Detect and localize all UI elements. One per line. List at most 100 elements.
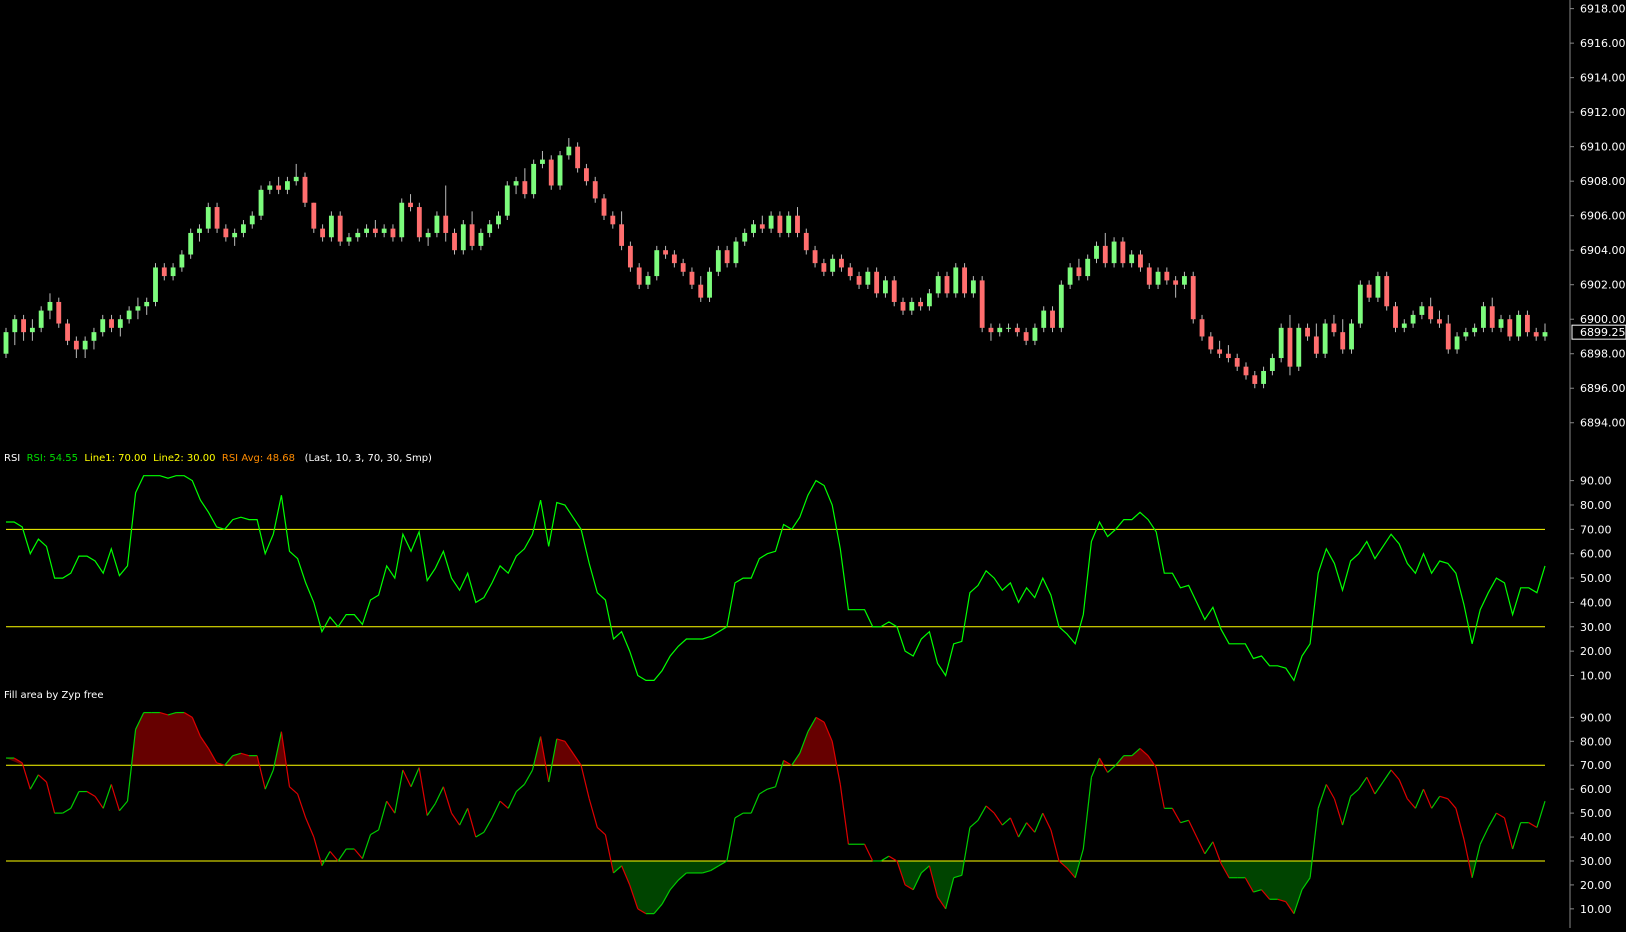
candle-body — [1243, 366, 1249, 376]
candle-body — [267, 185, 273, 190]
candle-body — [1067, 267, 1073, 285]
candle-body — [1507, 319, 1513, 337]
candle-body — [689, 271, 695, 285]
price-tick-label: 6912.00 — [1580, 106, 1626, 119]
candle-body — [38, 310, 44, 328]
candle-body — [73, 340, 79, 350]
fill-line-segment — [734, 812, 744, 819]
fill-line-segment — [1050, 829, 1060, 862]
candle-body — [91, 332, 97, 341]
fill-line-segment — [491, 800, 501, 819]
fill-line-segment — [977, 805, 987, 821]
candle-body — [161, 267, 167, 277]
fill-line-segment — [1406, 798, 1416, 809]
fill-line-segment — [888, 855, 898, 862]
candle-body — [460, 224, 466, 251]
fill-line-segment — [45, 781, 56, 814]
fill-line-segment — [1026, 822, 1036, 833]
chart-root: 6918.00 6916.00 6914.00 6912.00 6910.00 6908.… — [0, 0, 1626, 928]
fill-line-segment — [1431, 796, 1441, 809]
fill-line-segment — [1536, 800, 1546, 828]
oversold-fill — [611, 861, 727, 914]
candle-body — [1261, 370, 1267, 384]
candle-body — [610, 215, 616, 225]
fill-line-segment — [1398, 779, 1408, 799]
fill-line-segment — [523, 769, 534, 785]
candle-body — [962, 267, 967, 294]
candle-body — [197, 228, 202, 233]
fill-line-segment — [1439, 795, 1448, 800]
candle-body — [830, 258, 836, 272]
fill-line-segment — [29, 774, 39, 790]
rsi-tick-label: 10.00 — [1580, 670, 1612, 683]
fill-line-segment — [102, 784, 112, 809]
fill-line-segment — [442, 786, 453, 814]
fill-line-segment — [94, 796, 104, 809]
candle-body — [12, 319, 18, 333]
candle-body — [214, 207, 220, 229]
fill-tick-label: 70.00 — [1580, 759, 1612, 772]
candle-body — [715, 250, 721, 272]
fill-line-segment — [767, 786, 776, 790]
candle-body — [1217, 349, 1223, 354]
candle-body — [390, 228, 396, 238]
candle-body — [847, 267, 853, 277]
candle-body — [434, 215, 440, 233]
candle-body — [1208, 336, 1214, 350]
candle-body — [425, 232, 431, 238]
candle-body — [1489, 306, 1495, 328]
fill-line-segment — [1317, 784, 1327, 809]
candle-body — [1173, 280, 1179, 285]
candle-body — [1190, 276, 1196, 320]
candle-body — [1252, 375, 1258, 384]
candle-body — [1357, 284, 1363, 324]
fill-line-segment — [1171, 808, 1182, 823]
rsi-tick-label: 20.00 — [1580, 645, 1612, 658]
fill-line-segment — [86, 791, 96, 797]
rsi-tick-label: 50.00 — [1580, 572, 1612, 585]
candle-body — [346, 237, 352, 242]
candle-body — [1278, 327, 1284, 359]
fill-line-segment — [1390, 769, 1400, 780]
candle-body — [311, 202, 317, 229]
fill-line-segment — [289, 786, 298, 795]
candle-body — [1533, 332, 1539, 337]
candle-body — [1375, 276, 1381, 298]
fill-line-segment — [839, 784, 849, 845]
candle-body — [47, 301, 53, 311]
candle-body — [979, 280, 985, 328]
candle-body — [654, 250, 660, 277]
candle-body — [487, 224, 493, 233]
fill-line-segment — [402, 769, 412, 788]
fill-line-segment — [993, 812, 1003, 826]
candle-body — [1305, 327, 1310, 337]
fill-line-segment — [1366, 776, 1376, 795]
rsi-legend: RSI RSI: 54.55 Line1: 70.00 Line2: 30.00… — [4, 453, 432, 465]
candle-body — [671, 254, 677, 264]
candle-body — [170, 267, 176, 277]
candle-body — [188, 232, 194, 255]
rsi-legend-name: RSI — [4, 453, 21, 464]
fill-line-segment — [1325, 784, 1335, 800]
rsi-legend-params: (Last, 10, 3, 70, 30, Smp) — [304, 453, 432, 464]
fill-line-segment — [985, 805, 995, 814]
fill-line-segment — [394, 769, 404, 814]
candle-body — [144, 301, 150, 307]
candle-body — [1155, 271, 1161, 285]
candle-body — [408, 202, 413, 208]
overbought-fill — [791, 717, 837, 766]
candle-body — [1481, 306, 1486, 328]
rsi-legend-value: RSI: 54.55 — [26, 453, 79, 464]
rsi-tick-label: 80.00 — [1580, 499, 1612, 512]
candle-body — [1463, 332, 1469, 337]
candle-body — [381, 228, 387, 233]
candle-body — [953, 267, 959, 294]
fill-line-segment — [1414, 788, 1425, 809]
fill-line-segment — [337, 848, 347, 862]
candle-body — [777, 215, 783, 233]
candle-body — [249, 215, 255, 225]
fill-line-segment — [475, 831, 485, 838]
candle-body — [821, 263, 827, 272]
candle-body — [1225, 353, 1231, 359]
candle-body — [1050, 310, 1055, 328]
